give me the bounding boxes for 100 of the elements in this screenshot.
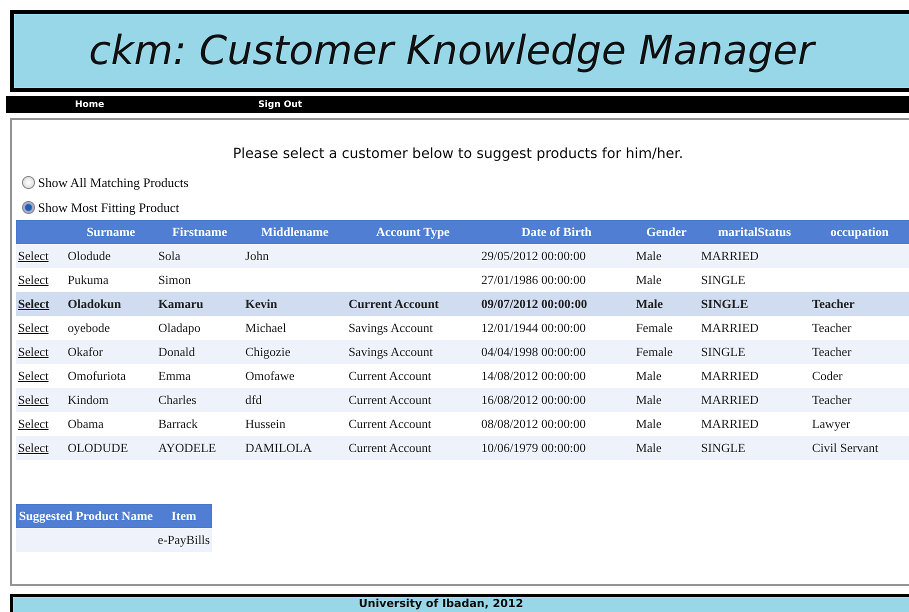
- select-link[interactable]: Select: [18, 440, 49, 454]
- table-cell: dfd: [245, 392, 262, 406]
- table-cell: Okafor: [68, 344, 103, 358]
- column-header: maritalStatus: [698, 220, 810, 244]
- table-cell: John: [245, 248, 269, 262]
- table-cell: MARRIED: [700, 320, 759, 334]
- table-cell: Male: [636, 392, 662, 406]
- select-link[interactable]: Select: [18, 392, 49, 406]
- table-cell: OLODUDE: [68, 440, 128, 454]
- table-cell: MARRIED: [700, 248, 759, 262]
- table-cell: Kevin: [245, 296, 278, 310]
- table-cell: MARRIED: [700, 416, 759, 430]
- table-cell: Charles: [158, 392, 196, 406]
- table-cell: oyebode: [68, 320, 110, 334]
- table-cell: Olodude: [68, 248, 111, 262]
- table-row[interactable]: Select Pukuma Simon 27/01/1986 00:00:00 Male SINGLE: [16, 268, 909, 292]
- table-cell: Omofawe: [245, 368, 295, 382]
- table-cell: SINGLE: [700, 296, 748, 310]
- column-header: Middlename: [243, 220, 346, 244]
- table-cell: Sola: [158, 248, 180, 262]
- table-cell: 04/04/1998 00:00:00: [481, 344, 586, 358]
- table-cell: Kindom: [68, 392, 109, 406]
- table-row[interactable]: Select Obama Barrack Hussein Current Account 08/08/2012 00:00:00 Male MARRIED Lawyer: [16, 412, 909, 436]
- radio-label: Show All Matching Products: [38, 174, 189, 190]
- table-cell: Current Account: [348, 392, 432, 406]
- table-cell: 09/07/2012 00:00:00: [481, 296, 588, 310]
- column-header: Surname: [66, 220, 156, 244]
- table-cell: Civil Servant: [812, 440, 878, 454]
- column-header: Suggested Product Name: [16, 504, 156, 528]
- table-cell: Obama: [68, 416, 104, 430]
- table-cell: Lawyer: [812, 416, 850, 430]
- select-link[interactable]: Select: [18, 272, 49, 286]
- table-row[interactable]: Select OLODUDE AYODELE DAMILOLA Current Account 10/06/1979 00:00:00 Male SINGLE Civil Servant: [16, 436, 909, 460]
- radio-button[interactable]: [22, 201, 35, 214]
- table-cell: Oladapo: [158, 320, 201, 334]
- table-cell: e-PayBills: [158, 532, 210, 546]
- site-title: ckm: Customer Knowledge Manager: [88, 28, 817, 74]
- table-cell: MARRIED: [700, 368, 759, 382]
- instruction-text: Please select a customer below to suggest products for him/her.: [232, 146, 684, 162]
- column-header: Date of Birth: [479, 220, 634, 244]
- table-cell: Female: [636, 320, 673, 334]
- table-cell: 14/08/2012 00:00:00: [481, 368, 586, 382]
- table-cell: MARRIED: [700, 392, 759, 406]
- table-row[interactable]: Select Kindom Charles dfd Current Account 16/08/2012 00:00:00 Male MARRIED Teacher: [16, 388, 909, 412]
- table-row[interactable]: Select oyebode Oladapo Michael Savings Account 12/01/1944 00:00:00 Female MARRIED Teacher: [16, 316, 909, 340]
- column-header: Item: [156, 504, 212, 528]
- table-cell: Barrack: [158, 416, 198, 430]
- table-cell: Male: [636, 368, 662, 382]
- table-cell: SINGLE: [700, 440, 746, 454]
- select-link[interactable]: Select: [18, 248, 49, 262]
- table-cell: Omofuriota: [68, 368, 126, 382]
- column-header: Firstname: [156, 220, 244, 244]
- table-cell: Male: [636, 272, 662, 286]
- table-cell: Teacher: [812, 320, 852, 334]
- table-cell: AYODELE: [158, 440, 216, 454]
- table-cell: Male: [636, 416, 662, 430]
- table-cell: Savings Account: [348, 344, 433, 358]
- select-link[interactable]: Select: [18, 416, 49, 430]
- table-cell: DAMILOLA: [245, 440, 312, 454]
- table-cell: SINGLE: [700, 344, 746, 358]
- table-cell: Current Account: [348, 440, 432, 454]
- table-cell: 08/08/2012 00:00:00: [481, 416, 586, 430]
- table-cell: Hussein: [245, 416, 286, 430]
- table-cell: Current Account: [348, 368, 432, 382]
- column-header: occupation: [810, 220, 909, 244]
- table-cell: Kamaru: [158, 296, 204, 310]
- table-cell: Michael: [245, 320, 286, 334]
- table-cell: Male: [636, 440, 662, 454]
- table-cell: Savings Account: [348, 320, 433, 334]
- table-row[interactable]: Select Omofuriota Emma Omofawe Current Account 14/08/2012 00:00:00 Male MARRIED Coder: [16, 364, 909, 388]
- table-cell: Female: [636, 344, 673, 358]
- table-cell: 16/08/2012 00:00:00: [481, 392, 586, 406]
- table-cell: 10/06/1979 00:00:00: [481, 440, 586, 454]
- radio-button[interactable]: [22, 176, 35, 189]
- footer-text: University of Ibadan, 2012: [358, 597, 524, 612]
- table-cell: SINGLE: [700, 272, 746, 286]
- nav-link[interactable]: Home: [75, 100, 104, 110]
- nav-link[interactable]: Sign Out: [258, 100, 302, 110]
- table-cell: Teacher: [812, 296, 855, 310]
- table-cell: Teacher: [812, 344, 852, 358]
- table-cell: Coder: [812, 368, 843, 382]
- table-cell: Donald: [158, 344, 195, 358]
- table-cell: Oladokun: [68, 296, 122, 310]
- select-link[interactable]: Select: [18, 368, 49, 382]
- table-cell: Current Account: [348, 296, 439, 310]
- table-cell: 29/05/2012 00:00:00: [481, 248, 586, 262]
- table-cell: Simon: [158, 272, 191, 286]
- radio-label: Show Most Fitting Product: [38, 200, 180, 216]
- table-cell: Current Account: [348, 416, 432, 430]
- select-link[interactable]: Select: [18, 320, 49, 334]
- column-header: Account Type: [346, 220, 480, 244]
- table-cell: Teacher: [812, 392, 852, 406]
- table-cell: 12/01/1944 00:00:00: [481, 320, 586, 334]
- table-cell: 27/01/1986 00:00:00: [481, 272, 586, 286]
- select-link[interactable]: Select: [18, 344, 49, 358]
- table-cell: Male: [636, 296, 663, 310]
- table-cell: Chigozie: [245, 344, 290, 358]
- column-header: Gender: [634, 220, 699, 244]
- table-cell: Male: [636, 248, 662, 262]
- select-link[interactable]: Select: [18, 296, 50, 310]
